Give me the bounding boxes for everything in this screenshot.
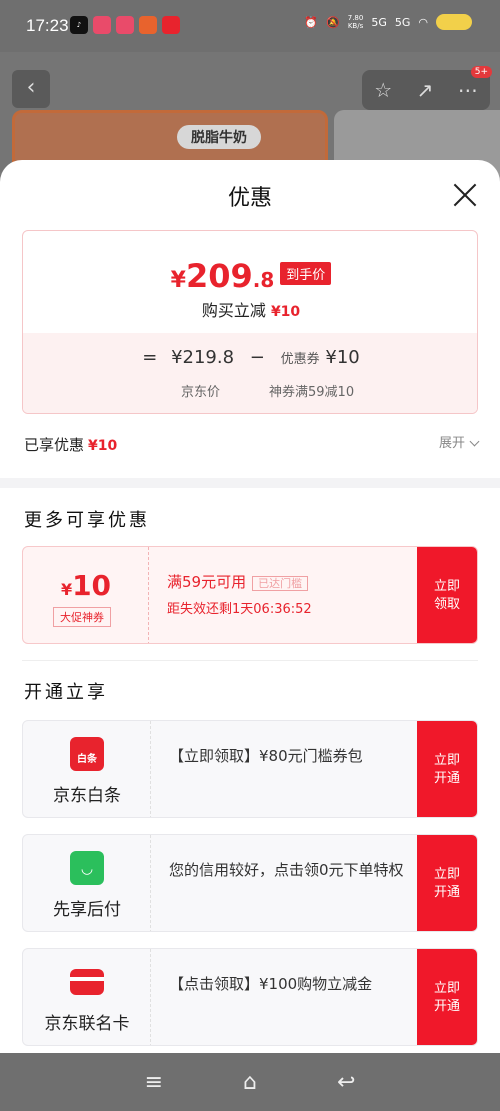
close-icon[interactable] [452, 182, 478, 208]
message-badge: 5+ [470, 66, 492, 78]
home-icon[interactable]: ⌂ [243, 1070, 257, 1095]
product-actions: ☆ ↗ ⋯ [362, 70, 490, 110]
signal-icon: 5G [371, 15, 387, 29]
expand-button[interactable]: 展开 [439, 432, 480, 451]
status-right: ⏰ 🔕 7.80 KB/s 5G 5G ◠ [304, 14, 472, 30]
app-icon [116, 16, 134, 34]
jd-price-value: ¥219.8 [171, 347, 235, 368]
chevron-down-icon [469, 436, 480, 447]
product-label: 脱脂牛奶 [177, 125, 261, 149]
reduce-line: 购买立减 ¥10 [201, 301, 301, 320]
more-discounts-title: 更多可享优惠 [24, 510, 150, 531]
open-co-card-button[interactable]: 立即开通 [417, 949, 477, 1045]
final-price: ¥209.8 到手价 [23, 257, 477, 295]
menu-icon[interactable]: ≡ [145, 1070, 163, 1095]
discount-sheet: 优惠 ¥209.8 到手价 购买立减 ¥10 = ¥219.8 − 优惠券 ¥10… [0, 160, 500, 1053]
product-page-background: ‹ ☆ ↗ ⋯ 5+ 脱脂牛奶 [0, 52, 500, 230]
service-desc: 【点击领取】¥100购物立减金 [169, 975, 373, 993]
open-baitiao-button[interactable]: 立即开通 [417, 721, 477, 817]
app-icon [139, 16, 157, 34]
tiktok-icon: ♪ [70, 16, 88, 34]
wifi-icon: ◠ [418, 15, 428, 29]
coupon-value: ¥10 [325, 347, 360, 368]
coupon-card: ¥10 大促神券 满59元可用 已达门槛 距失效还剩1天06:36:52 立即领取 [22, 546, 478, 644]
battery-icon [436, 14, 472, 30]
final-price-tag: 到手价 [280, 262, 332, 285]
alarm-icon: ⏰ [304, 15, 319, 29]
enjoyed-discount: 已享优惠 ¥10 [24, 436, 118, 454]
coupon-amount: ¥10 [60, 569, 112, 602]
service-desc: 您的信用较好，点击领0元下单特权 [169, 861, 404, 879]
app-icon [93, 16, 111, 34]
shopping-bag-icon: ◡ [70, 851, 104, 885]
section-divider [0, 478, 500, 488]
coupon-countdown: 距失效还剩1天06:36:52 [167, 602, 312, 617]
credit-card-icon [70, 969, 104, 995]
app-icon [162, 16, 180, 34]
divider [22, 660, 478, 661]
mute-icon: 🔕 [326, 15, 340, 29]
status-time: 17:23 [26, 16, 69, 35]
back-button[interactable]: ‹ [12, 70, 50, 108]
service-desc: 【立即领取】¥80元门槛券包 [169, 747, 363, 765]
coupon-kind: 大促神券 [53, 607, 111, 627]
coupon-desc: 神券满59减10 [269, 385, 355, 400]
signal-icon: 5G [394, 15, 411, 29]
status-app-icons: ♪ [70, 16, 180, 34]
baitiao-icon: 白条 [70, 737, 104, 771]
favorite-icon[interactable]: ☆ [374, 78, 392, 102]
service-name: 先享后付 [53, 900, 121, 920]
open-pay-later-button[interactable]: 立即开通 [417, 835, 477, 931]
open-benefits-title: 开通立享 [24, 682, 108, 703]
back-icon[interactable]: ↩ [337, 1070, 355, 1095]
price-summary: ¥209.8 到手价 购买立减 ¥10 = ¥219.8 − 优惠券 ¥10 京东… [22, 230, 478, 414]
service-co-card: 京东联名卡 【点击领取】¥100购物立减金 立即开通 [22, 948, 478, 1046]
sheet-title: 优惠 [227, 186, 272, 211]
coupon-status-tag: 已达门槛 [252, 576, 309, 591]
system-nav-bar: ≡ ⌂ ↩ [0, 1053, 500, 1111]
coupon-condition: 满59元可用 [167, 573, 247, 591]
net-speed: 7.80 KB/s [347, 14, 364, 30]
price-calculation: = ¥219.8 − 优惠券 ¥10 京东价 神券满59减10 [23, 333, 477, 413]
more-icon[interactable]: ⋯ [458, 78, 478, 102]
jd-price-label: 京东价 [181, 385, 221, 400]
claim-coupon-button[interactable]: 立即领取 [417, 547, 477, 643]
share-icon[interactable]: ↗ [417, 78, 434, 102]
status-bar: 17:23 ♪ ⏰ 🔕 7.80 KB/s 5G 5G ◠ [0, 0, 500, 52]
service-baitiao: 白条 京东白条 【立即领取】¥80元门槛券包 立即开通 [22, 720, 478, 818]
service-pay-later: ◡ 先享后付 您的信用较好，点击领0元下单特权 立即开通 [22, 834, 478, 932]
service-name: 京东联名卡 [44, 1014, 130, 1034]
service-name: 京东白条 [53, 786, 121, 806]
